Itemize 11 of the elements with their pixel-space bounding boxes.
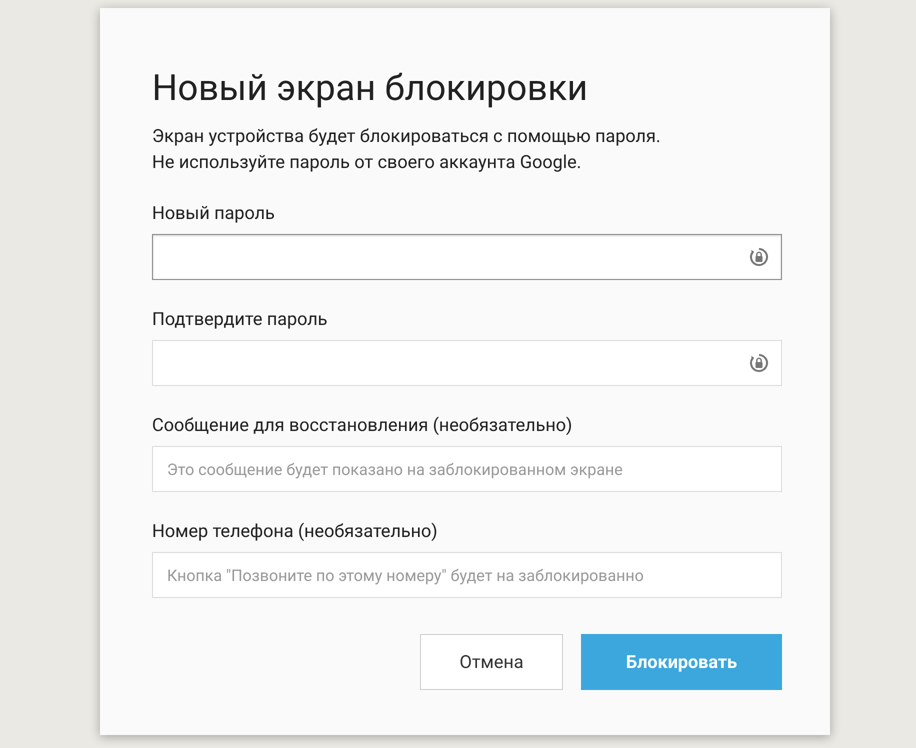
field-label: Номер телефона (необязательно): [152, 520, 439, 544]
field-label: Подтвердите пароль: [152, 308, 328, 332]
cancel-button[interactable]: Отмена: [420, 634, 563, 690]
dialog-title: Новый экран блокировки: [152, 66, 589, 110]
input-field[interactable]: [152, 234, 782, 280]
lock-rotate-icon: [748, 352, 770, 374]
field-label: Новый пароль: [152, 202, 276, 226]
lock-rotate-icon: [748, 246, 770, 268]
description-text: Не используйте пароль от своего аккаунта Google.: [152, 151, 582, 175]
description-text: Экран устройства будет блокироваться с помощью пароля.: [152, 125, 662, 149]
field-label: Сообщение для восстановления (необязательно): [152, 414, 574, 438]
